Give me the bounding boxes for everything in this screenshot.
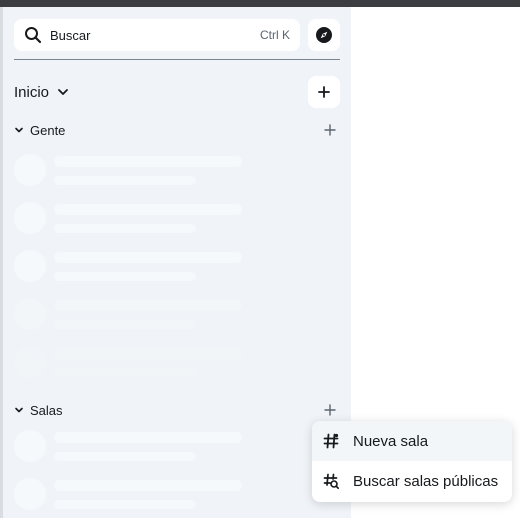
- chevron-down-icon: [15, 127, 23, 133]
- top-bar: [0, 0, 520, 7]
- loading-skeleton: [14, 478, 344, 514]
- section-label-rooms: Salas: [30, 402, 63, 418]
- menu-item-label: Buscar salas públicas: [353, 472, 499, 490]
- chevron-down-icon[interactable]: [57, 86, 69, 98]
- loading-skeleton: [14, 154, 344, 190]
- section-header-people[interactable]: Gente: [14, 120, 340, 140]
- explore-public-rooms-menu-item[interactable]: Buscar salas públicas: [312, 461, 512, 501]
- plus-icon[interactable]: [322, 122, 338, 138]
- loading-skeleton: [14, 346, 344, 382]
- search-divider: [14, 59, 340, 60]
- loading-skeleton: [14, 250, 344, 286]
- search-placeholder: Buscar: [50, 27, 91, 43]
- add-room-context-menu: Nueva sala Buscar salas públicas: [312, 421, 512, 502]
- room-list-sidebar: Buscar Ctrl K Inicio Gente Salas: [3, 7, 351, 518]
- chevron-down-icon: [15, 407, 23, 413]
- hash-icon: [323, 433, 339, 449]
- section-header-rooms[interactable]: Salas: [14, 400, 340, 420]
- loading-skeleton: [14, 298, 344, 334]
- search-button[interactable]: Buscar Ctrl K: [14, 19, 300, 51]
- loading-skeleton: [14, 202, 344, 238]
- search-icon: [25, 27, 42, 44]
- home-header: Inicio: [14, 76, 340, 108]
- search-shortcut: Ctrl K: [260, 28, 290, 42]
- plus-icon: [318, 86, 330, 98]
- section-label-people: Gente: [30, 122, 66, 138]
- loading-skeleton: [14, 430, 344, 466]
- add-button[interactable]: [308, 76, 340, 108]
- explore-rooms-button[interactable]: [308, 19, 340, 51]
- hash-search-icon: [323, 473, 339, 489]
- plus-icon[interactable]: [322, 402, 338, 418]
- home-title[interactable]: Inicio: [14, 84, 49, 101]
- menu-item-label: Nueva sala: [353, 432, 429, 450]
- new-room-menu-item[interactable]: Nueva sala: [312, 421, 512, 461]
- compass-icon: [316, 27, 332, 43]
